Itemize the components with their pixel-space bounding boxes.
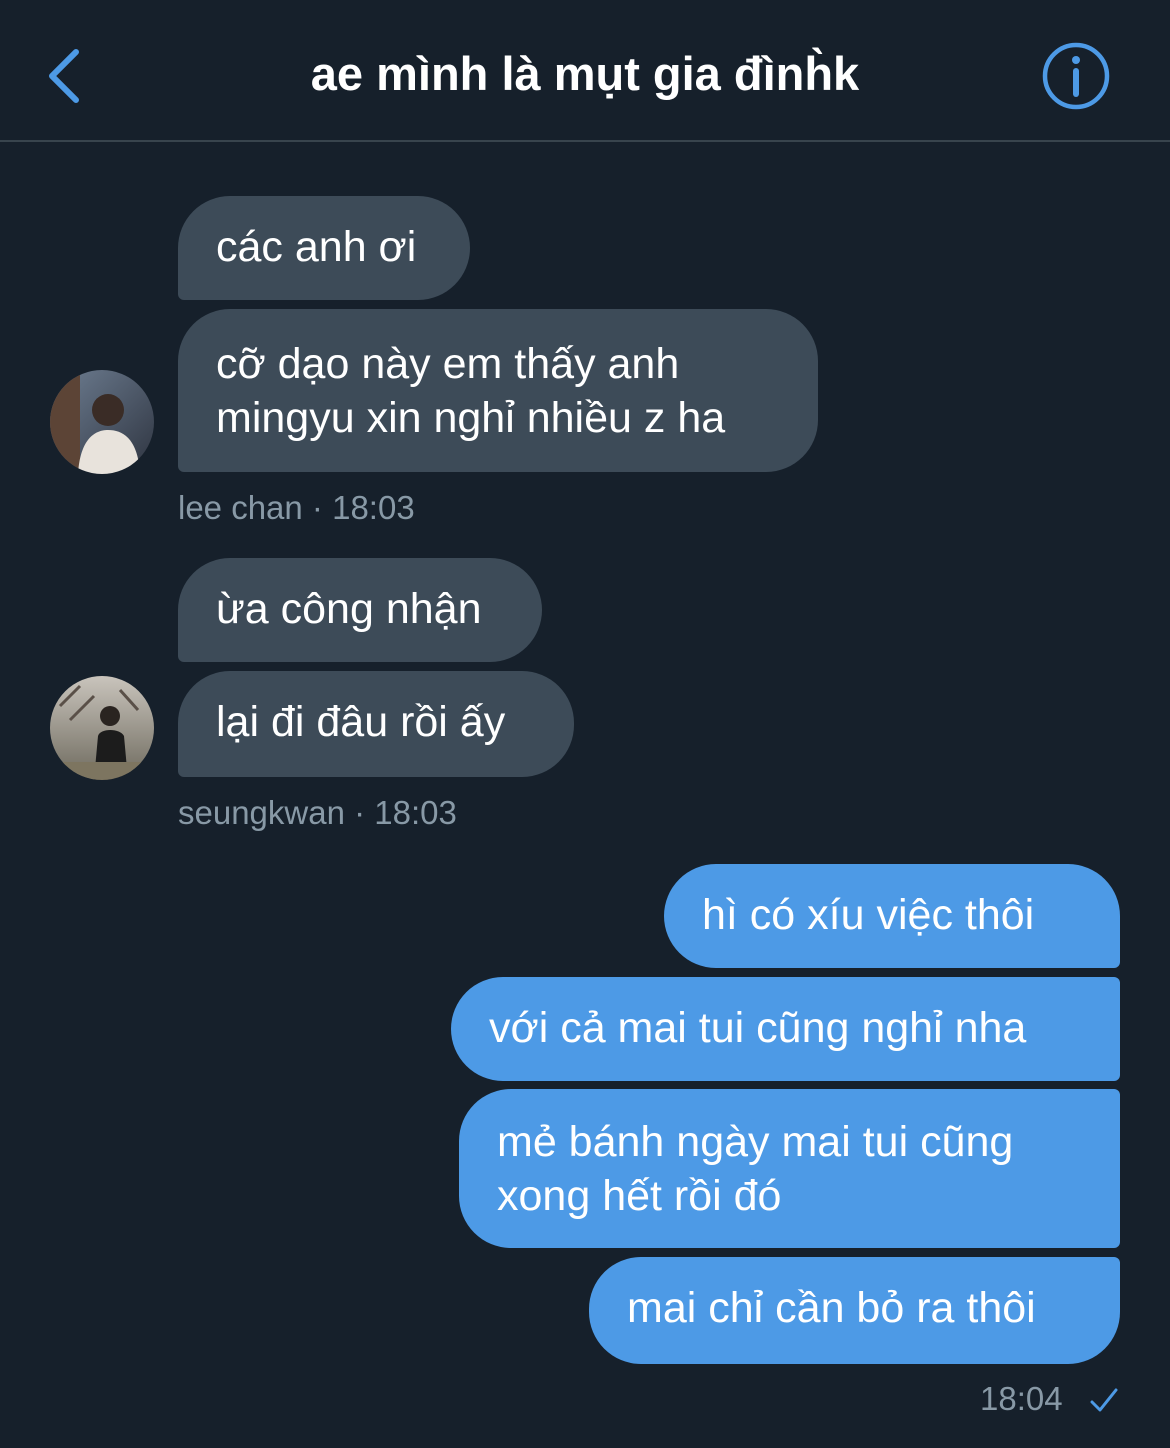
message-bubble-own[interactable]: với cả mai tui cũng nghỉ nha: [451, 977, 1120, 1081]
info-button[interactable]: [1040, 40, 1112, 112]
message-bubble[interactable]: các anh ơi: [178, 196, 470, 300]
message-time-own: 18:04: [980, 1380, 1063, 1417]
message-bubble[interactable]: lại đi đâu rồi ấy: [178, 671, 574, 777]
message-text: lại đi đâu rồi ấy: [216, 698, 506, 746]
checkmark-icon: [1090, 1388, 1118, 1412]
message-meta-seungkwan: seungkwan · 18:03: [178, 794, 457, 831]
message-bubble-own[interactable]: hì có xíu việc thôi: [664, 864, 1120, 968]
message-bubble[interactable]: cỡ dạo này em thấy anh mingyu xin nghỉ n…: [178, 309, 818, 472]
message-meta-lee-chan: lee chan · 18:03: [178, 489, 415, 526]
dm-conversation-screen: ae mình là mụt gia đình̀k các anh ơi cỡ …: [0, 0, 1170, 1448]
message-text-line: cỡ dạo này em thấy anh: [216, 340, 680, 388]
message-text: mai chỉ cần bỏ ra thôi: [627, 1284, 1036, 1332]
message-text-line: mẻ bánh ngày mai tui cũng: [497, 1118, 1014, 1166]
back-button[interactable]: [36, 40, 96, 112]
info-circle-icon: [1042, 42, 1110, 110]
message-text-line: mingyu xin nghỉ nhiều z ha: [216, 394, 726, 442]
message-bubble[interactable]: ừa công nhận: [178, 558, 542, 662]
avatar-photo: [50, 370, 154, 474]
message-text: hì có xíu việc thôi: [702, 891, 1035, 939]
chevron-left-icon: [49, 49, 79, 103]
conversation-header: ae mình là mụt gia đình̀k: [0, 0, 1170, 142]
read-status: [1088, 1384, 1120, 1416]
conversation-title: ae mình là mụt gia đình̀k: [310, 47, 860, 100]
message-text: ừa công nhận: [216, 585, 482, 633]
message-bubble-own[interactable]: mẻ bánh ngày mai tui cũng xong hết rồi đ…: [459, 1089, 1120, 1248]
message-text: với cả mai tui cũng nghỉ nha: [489, 1004, 1027, 1052]
message-text-line: xong hết rồi đó: [497, 1172, 782, 1220]
message-text: các anh ơi: [216, 223, 417, 271]
avatar-seungkwan[interactable]: [50, 676, 154, 780]
avatar-photo: [50, 676, 154, 780]
avatar-lee-chan[interactable]: [50, 370, 154, 474]
message-bubble-own[interactable]: mai chỉ cần bỏ ra thôi: [589, 1257, 1120, 1364]
